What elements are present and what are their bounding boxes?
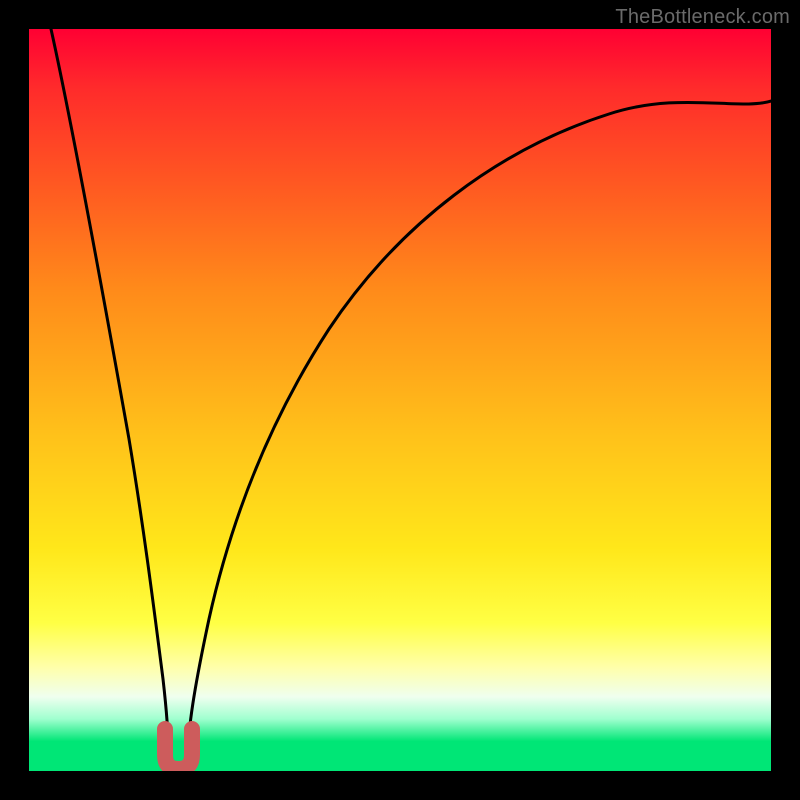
curve-left-branch xyxy=(51,29,169,755)
plot-area xyxy=(29,29,771,771)
chart-frame: TheBottleneck.com xyxy=(0,0,800,800)
curve-right-branch xyxy=(188,101,771,755)
watermark-text: TheBottleneck.com xyxy=(615,6,790,29)
chart-svg xyxy=(29,29,771,771)
valley-marker xyxy=(165,729,192,769)
